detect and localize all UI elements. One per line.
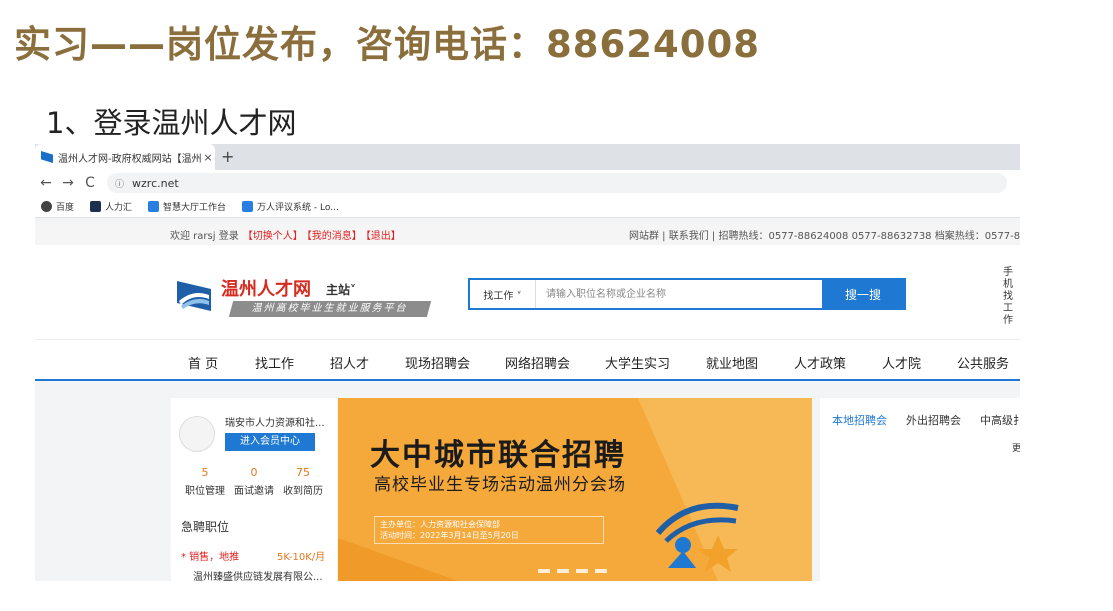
banner-headline: 大中城市联合招聘: [370, 438, 626, 473]
stat-label[interactable]: 面试邀请: [229, 482, 279, 497]
switch-user-link[interactable]: 【切换个人】: [243, 231, 303, 242]
job-title[interactable]: * 销售，地推: [181, 552, 239, 563]
stat-count[interactable]: 5: [180, 466, 230, 479]
browser-tab-bar: 温州人才网-政府权威网站【温州 × +: [35, 144, 1020, 170]
browser-screenshot: 温州人才网-政府权威网站【温州 × + ← → C ⓘ wzrc.net 百度 …: [35, 144, 1020, 581]
tab-outside-fair[interactable]: 外出招聘会: [906, 412, 961, 428]
hall-icon: [148, 201, 160, 212]
banner-organizer: 主办单位：人力资源和社会保障部: [380, 520, 500, 529]
urgent-jobs-title: 急聘职位: [181, 520, 230, 534]
site-top-strip: 欢迎 rarsj 登录 【切换个人】 【我的消息】 【退出】 网站群 | 联系我们 |…: [35, 223, 1020, 245]
carousel-dot[interactable]: [576, 569, 588, 573]
nav-item-find-job[interactable]: 找工作: [255, 353, 294, 372]
bookmark-item[interactable]: 人力汇: [90, 200, 132, 213]
stat-count[interactable]: 0: [229, 466, 279, 479]
nav-item-recruit[interactable]: 招人才: [330, 353, 369, 372]
bookmark-item[interactable]: 智慧大厅工作台: [148, 200, 226, 213]
site-favicon-icon: [41, 151, 53, 163]
url-text: wzrc.net: [132, 176, 179, 190]
browser-tab[interactable]: 温州人才网-政府权威网站【温州 ×: [35, 144, 215, 170]
job-row[interactable]: * 销售，地推 5K-10K/月: [181, 548, 331, 563]
site-name[interactable]: 温州人才网: [221, 275, 311, 301]
new-tab-button[interactable]: +: [221, 147, 234, 166]
logout-link[interactable]: 【退出】: [366, 231, 401, 242]
fair-tabs-panel: 本地招聘会 外出招聘会 中高级扌 更: [820, 398, 1020, 581]
job-company[interactable]: 温州臻盛供应链发展有限公...: [193, 568, 323, 581]
bookmark-label: 人力汇: [105, 203, 133, 213]
bookmark-item[interactable]: 万人评议系统 - Lo...: [242, 200, 339, 213]
baidu-icon: [41, 201, 52, 212]
stat-count[interactable]: 75: [278, 466, 328, 479]
site-logo-icon[interactable]: [175, 275, 215, 315]
search-category-select[interactable]: 找工作 ˅: [470, 280, 536, 308]
carousel-dot[interactable]: [538, 569, 550, 573]
nav-item-job-map[interactable]: 就业地图: [706, 353, 758, 372]
search-button[interactable]: 搜一搜: [822, 280, 904, 308]
company-name[interactable]: 瑞安市人力资源和社...: [225, 414, 325, 429]
carousel-dots: [538, 569, 614, 573]
messages-link[interactable]: 【我的消息】: [307, 231, 362, 242]
address-bar-row: ← → C ⓘ wzrc.net: [35, 170, 1020, 196]
job-salary: 5K-10K/月: [277, 552, 326, 563]
nav-item-public-service[interactable]: 公共服务: [957, 353, 1009, 372]
banner-figure-icon: [655, 502, 739, 572]
job-search: 找工作 ˅ 搜一搜: [468, 278, 906, 310]
bookmark-item[interactable]: 百度: [41, 200, 74, 213]
bookmarks-bar: 百度 人力汇 智慧大厅工作台 万人评议系统 - Lo...: [35, 196, 1020, 218]
more-link[interactable]: 更: [1012, 441, 1020, 454]
station-switcher[interactable]: 主站˅: [326, 281, 356, 298]
hotline-text: 网站群 | 联系我们 | 招聘热线：0577-88624008 0577-886…: [629, 231, 1020, 242]
welcome-text: 欢迎 rarsj 登录: [170, 231, 239, 242]
close-tab-icon[interactable]: ×: [201, 151, 215, 164]
search-input[interactable]: [536, 280, 822, 308]
nav-item-talent-institute[interactable]: 人才院: [882, 353, 921, 372]
stat-label[interactable]: 职位管理: [180, 482, 230, 497]
welcome-bar: 欢迎 rarsj 登录 【切换个人】 【我的消息】 【退出】: [170, 227, 401, 242]
tab-title: 温州人才网-政府权威网站【温州: [58, 153, 201, 165]
back-button[interactable]: ←: [35, 175, 57, 191]
bookmark-label: 万人评议系统 - Lo...: [257, 203, 339, 213]
carousel-dot[interactable]: [557, 569, 569, 573]
forward-button[interactable]: →: [57, 175, 79, 191]
tab-senior-fair[interactable]: 中高级扌: [980, 412, 1020, 428]
banner-subline: 高校毕业生专场活动温州分会场: [374, 475, 626, 495]
fair-banner[interactable]: 大中城市联合招聘 高校毕业生专场活动温州分会场 主办单位：人力资源和社会保障部 …: [338, 398, 812, 581]
review-system-icon: [242, 201, 254, 212]
nav-item-onsite-fair[interactable]: 现场招聘会: [405, 353, 470, 372]
site-slogan: 温州高校毕业生就业服务平台: [228, 301, 432, 317]
nav-item-internship[interactable]: 大学生实习: [605, 353, 670, 372]
main-nav: 首 页 找工作 招人才 现场招聘会 网络招聘会 大学生实习 就业地图 人才政策 …: [35, 339, 1020, 381]
site-info-icon[interactable]: ⓘ: [115, 177, 124, 190]
carousel-dot[interactable]: [595, 569, 607, 573]
nav-item-online-fair[interactable]: 网络招聘会: [505, 353, 570, 372]
banner-info: 主办单位：人力资源和社会保障部 活动时间：2022年3月14日至5月20日: [374, 516, 604, 544]
nav-item-home[interactable]: 首 页: [188, 353, 218, 372]
reload-button[interactable]: C: [79, 175, 101, 191]
url-input[interactable]: ⓘ wzrc.net: [107, 173, 1007, 193]
company-avatar: [179, 416, 215, 452]
slide-title: 实习——岗位发布，咨询电话：88624008: [14, 23, 760, 66]
bookmark-label: 百度: [56, 203, 75, 213]
tab-local-fair[interactable]: 本地招聘会: [832, 412, 887, 428]
renlihui-icon: [90, 201, 102, 212]
step-title: 1、登录温州人才网: [46, 106, 297, 140]
site-header: 温州人才网 主站˅ 温州高校毕业生就业服务平台 找工作 ˅ 搜一搜 手机找工作: [35, 245, 1020, 339]
stat-label[interactable]: 收到简历: [278, 482, 328, 497]
bookmark-label: 智慧大厅工作台: [163, 203, 227, 213]
member-center-button[interactable]: 进入会员中心: [225, 433, 315, 451]
member-panel: 瑞安市人力资源和社... 进入会员中心 5 职位管理 0 面试邀请 75 收到简…: [171, 398, 337, 581]
mobile-job-link[interactable]: 手机找工作: [1003, 267, 1015, 327]
nav-item-talent-policy[interactable]: 人才政策: [794, 353, 846, 372]
banner-period: 活动时间：2022年3月14日至5月20日: [380, 531, 519, 540]
